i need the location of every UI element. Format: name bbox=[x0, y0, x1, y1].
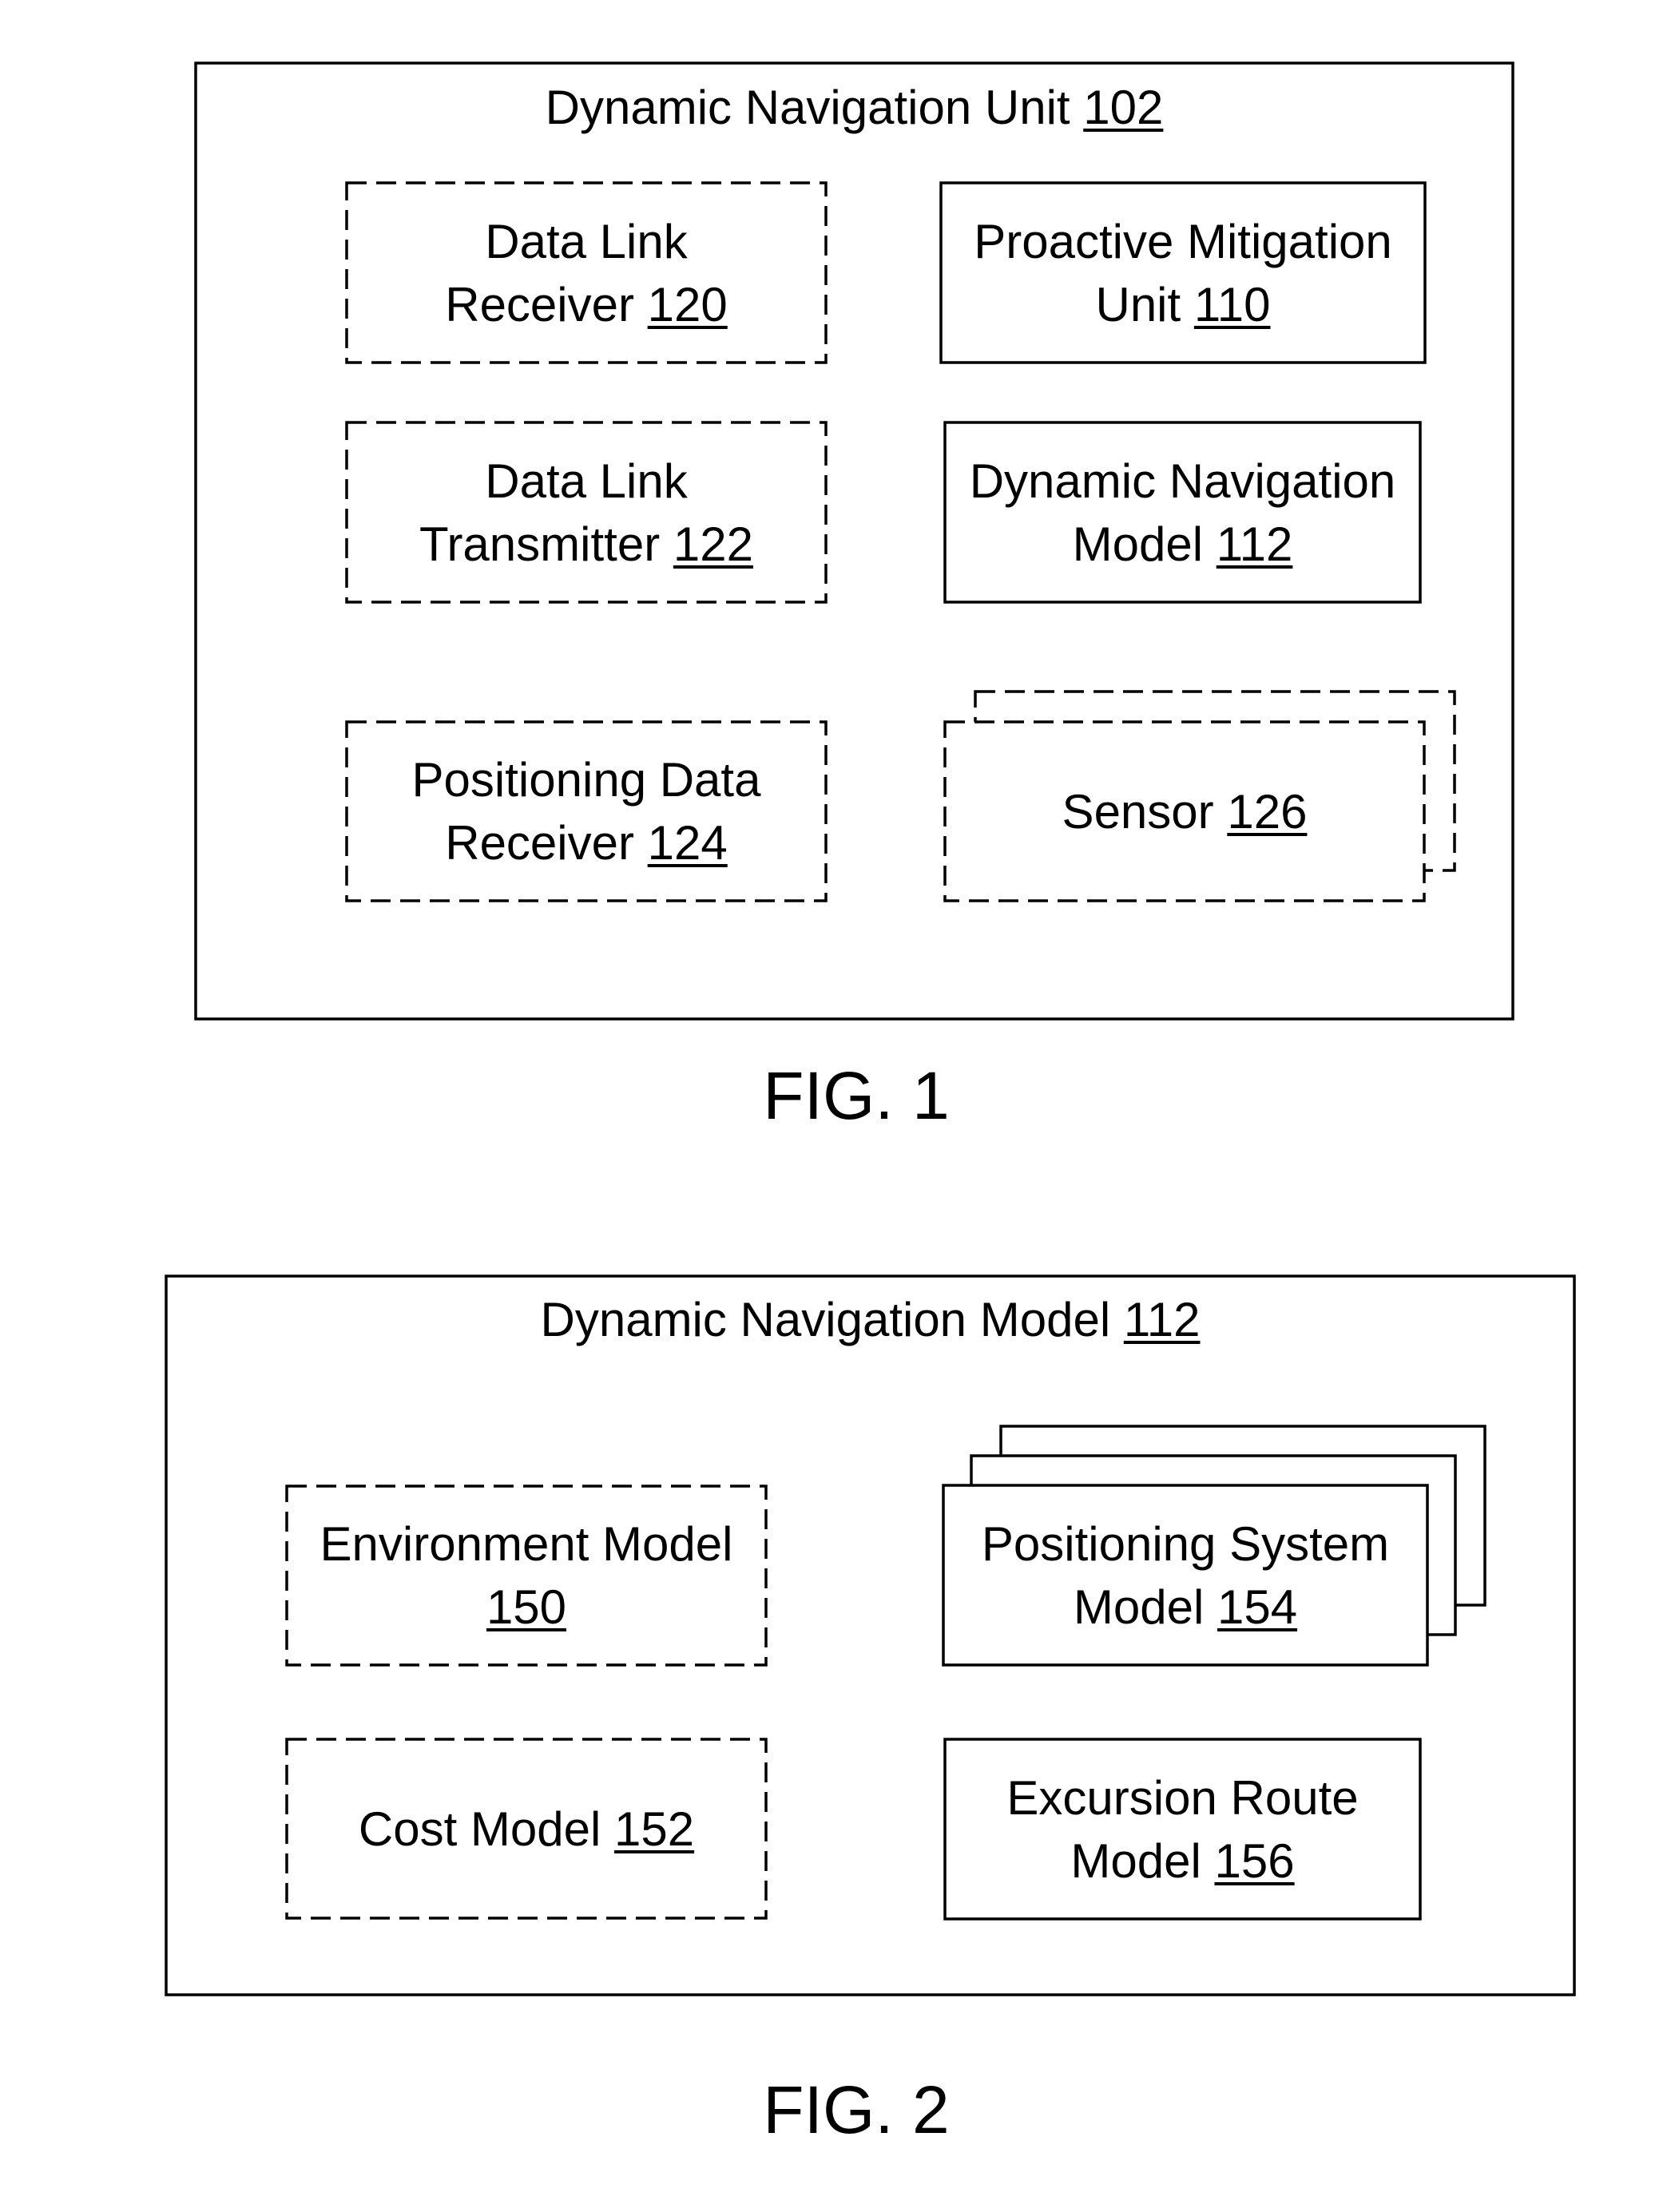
block-ref-number: 122 bbox=[673, 517, 753, 571]
block-ref-number: 150 bbox=[486, 1580, 567, 1634]
block-label-line2: Cost Model bbox=[358, 1802, 601, 1856]
fig1-caption: FIG. 1 bbox=[763, 1058, 950, 1133]
block-positioning-system-model: Positioning System Model 154 bbox=[943, 1485, 1427, 1665]
fig2-container-title: Dynamic Navigation Model 112 bbox=[166, 1292, 1574, 1348]
block-sensor: Sensor 126 bbox=[945, 722, 1424, 901]
block-environment-model: Environment Model 150 bbox=[287, 1486, 766, 1665]
fig2-title-text: Dynamic Navigation Model bbox=[540, 1293, 1111, 1346]
block-label-line1: Data Link bbox=[485, 214, 688, 268]
block-label-line1: Data Link bbox=[485, 454, 688, 508]
fig1-title-text: Dynamic Navigation Unit bbox=[545, 81, 1070, 134]
block-excursion-route-model: Excursion Route Model 156 bbox=[945, 1739, 1420, 1919]
fig2-caption: FIG. 2 bbox=[763, 2072, 950, 2147]
block-proactive-mitigation-unit: Proactive Mitigation Unit 110 bbox=[941, 183, 1425, 363]
block-ref-number: 120 bbox=[647, 277, 728, 331]
block-data-link-receiver: Data Link Receiver 120 bbox=[347, 183, 826, 363]
block-ref-number: 152 bbox=[614, 1802, 695, 1856]
block-label-line1: Positioning System bbox=[981, 1516, 1390, 1571]
block-ref-number: 154 bbox=[1217, 1580, 1298, 1634]
block-label-line2: Sensor bbox=[1062, 784, 1214, 838]
block-ref-number: 124 bbox=[647, 816, 728, 870]
block-label-line2: Model bbox=[1072, 517, 1204, 571]
block-ref-number: 126 bbox=[1227, 784, 1308, 838]
block-ref-number: 156 bbox=[1214, 1833, 1295, 1888]
block-ref-number: 112 bbox=[1216, 517, 1293, 571]
block-label-line2: Transmitter bbox=[419, 517, 661, 571]
block-label-line1: Dynamic Navigation bbox=[969, 454, 1396, 508]
block-cost-model: Cost Model 152 bbox=[287, 1739, 766, 1918]
block-label-line1: Environment Model bbox=[320, 1517, 733, 1571]
block-label-line2: Receiver bbox=[445, 277, 634, 331]
block-label-line2: Receiver bbox=[445, 816, 634, 870]
block-label-line1: Excursion Route bbox=[1006, 1770, 1359, 1825]
block-dynamic-navigation-model: Dynamic Navigation Model 112 bbox=[945, 422, 1420, 602]
block-label-line2: Model bbox=[1070, 1833, 1201, 1888]
block-label-line2: Model bbox=[1073, 1580, 1205, 1634]
block-label-line2: Unit bbox=[1095, 277, 1181, 331]
block-label-line1: Positioning Data bbox=[411, 753, 761, 807]
block-label-line1: Proactive Mitigation bbox=[974, 214, 1392, 268]
block-data-link-transmitter: Data Link Transmitter 122 bbox=[347, 422, 826, 602]
fig1-title-ref: 102 bbox=[1083, 81, 1164, 134]
block-positioning-data-receiver: Positioning Data Receiver 124 bbox=[347, 722, 826, 901]
patent-figure-sheet: Dynamic Navigation Unit 102 Data Link Re… bbox=[0, 0, 1675, 2212]
block-ref-number: 110 bbox=[1193, 277, 1271, 331]
fig1-container-title: Dynamic Navigation Unit 102 bbox=[196, 80, 1513, 136]
fig2-title-ref: 112 bbox=[1123, 1293, 1201, 1346]
